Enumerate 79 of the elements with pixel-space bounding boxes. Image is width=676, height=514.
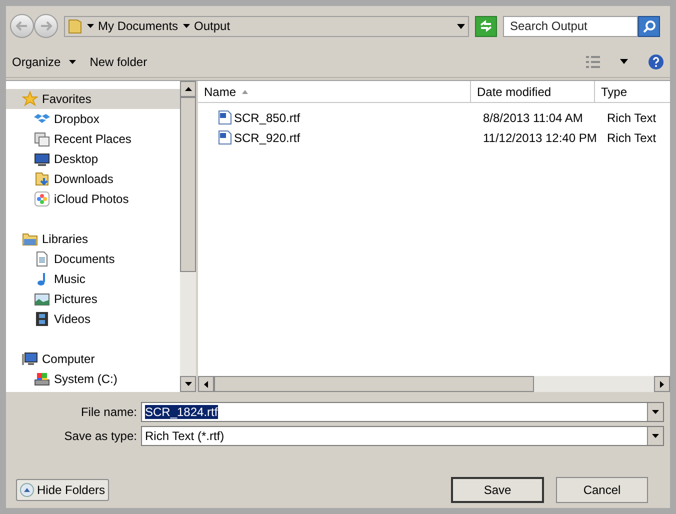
document-stack-icon <box>34 131 50 147</box>
document-icon <box>34 251 50 267</box>
nav-item[interactable]: System (C:) <box>6 369 180 389</box>
caret-icon <box>87 24 94 28</box>
drive-icon <box>34 371 50 387</box>
search-icon <box>642 20 656 32</box>
file-name-label: File name: <box>80 404 137 421</box>
right-arrow-icon <box>660 380 664 388</box>
date-modified: 11/12/2013 12:40 PM <box>483 130 597 144</box>
down-arrow-icon <box>184 382 192 386</box>
scroll-down-button[interactable] <box>180 376 196 392</box>
folder-icon <box>22 231 38 247</box>
breadcrumb-segment[interactable]: My Documents <box>98 17 178 35</box>
file-name-value: SCR_1824.rtf <box>145 404 219 421</box>
nav-item[interactable]: Dropbox <box>6 109 180 129</box>
dropdown-button[interactable] <box>647 427 663 445</box>
scroll-thumb[interactable] <box>214 376 534 392</box>
download-folder-icon <box>34 171 50 187</box>
monitor-icon <box>34 151 50 167</box>
chevron-up-icon <box>20 483 34 497</box>
nav-item[interactable]: Documents <box>6 249 180 269</box>
computer-icon <box>22 351 38 367</box>
search-field[interactable]: Search Output <box>503 16 638 36</box>
word-document-icon <box>218 130 232 145</box>
nav-item[interactable]: Music <box>6 269 180 289</box>
nav-item[interactable]: Videos <box>6 309 180 329</box>
save-as-type-label: Save as type: <box>63 428 137 445</box>
flower-icon <box>34 191 50 207</box>
nav-item[interactable]: Desktop <box>6 149 180 169</box>
scroll-left-button[interactable] <box>198 376 214 392</box>
caret-icon <box>68 60 76 64</box>
organize-menu-button[interactable]: Organize <box>12 52 76 70</box>
file-type: Rich Text <box>607 110 656 124</box>
column-header[interactable]: Name <box>198 81 471 102</box>
up-arrow-icon <box>184 87 192 91</box>
cancel-button[interactable]: Cancel <box>556 477 648 503</box>
sort-ascending-icon <box>242 90 248 94</box>
address-bar[interactable]: My Documents Output <box>64 16 469 36</box>
nav-item[interactable]: Recent Places <box>6 129 180 149</box>
nav-group[interactable]: Libraries <box>6 229 180 249</box>
nav-group[interactable]: Favorites <box>6 89 180 109</box>
new-folder-button[interactable]: New folder <box>90 52 148 70</box>
file-name-field[interactable]: SCR_1824.rtf <box>141 402 664 422</box>
refresh-button[interactable] <box>475 16 497 36</box>
down-arrow-icon <box>652 410 659 414</box>
hide-folders-button[interactable]: Hide Folders <box>16 479 110 501</box>
refresh-arrows-icon <box>479 20 493 32</box>
nav-item[interactable]: iCloud Photos <box>6 189 180 209</box>
column-header[interactable]: Type <box>595 81 670 102</box>
nav-group[interactable]: Computer <box>6 349 180 369</box>
dropdown-button[interactable] <box>647 403 663 421</box>
save-button[interactable]: Save <box>451 477 544 503</box>
folder-icon <box>68 18 82 34</box>
film-icon <box>34 311 50 327</box>
scroll-up-button[interactable] <box>180 81 196 97</box>
forward-arrow-icon <box>40 21 52 31</box>
save-as-type-dropdown[interactable]: Rich Text (*.rtf) <box>141 426 664 446</box>
file-type: Rich Text <box>607 130 656 144</box>
picture-icon <box>34 291 50 307</box>
scroll-right-button[interactable] <box>654 376 670 392</box>
word-document-icon <box>218 110 232 125</box>
breadcrumb-segment[interactable]: Output <box>194 17 230 35</box>
dropdown-caret-icon[interactable] <box>620 59 628 64</box>
file-name[interactable]: SCR_920.rtf <box>234 128 300 146</box>
left-arrow-icon <box>204 380 208 388</box>
date-modified: 8/8/2013 11:04 AM <box>483 110 583 124</box>
down-arrow-icon <box>652 434 659 438</box>
nav-item[interactable]: Pictures <box>6 289 180 309</box>
nav-item[interactable]: Downloads <box>6 169 180 189</box>
back-arrow-icon <box>16 21 28 31</box>
file-name[interactable]: SCR_850.rtf <box>234 108 300 126</box>
dropdown-caret-icon[interactable] <box>457 24 465 28</box>
column-header[interactable]: Date modified <box>471 81 595 102</box>
help-icon[interactable] <box>648 54 664 70</box>
search-button[interactable] <box>638 16 660 36</box>
save-as-type-value: Rich Text (*.rtf) <box>145 428 226 445</box>
scroll-thumb[interactable] <box>180 97 196 272</box>
caret-icon <box>183 24 190 28</box>
star-icon <box>22 91 38 107</box>
